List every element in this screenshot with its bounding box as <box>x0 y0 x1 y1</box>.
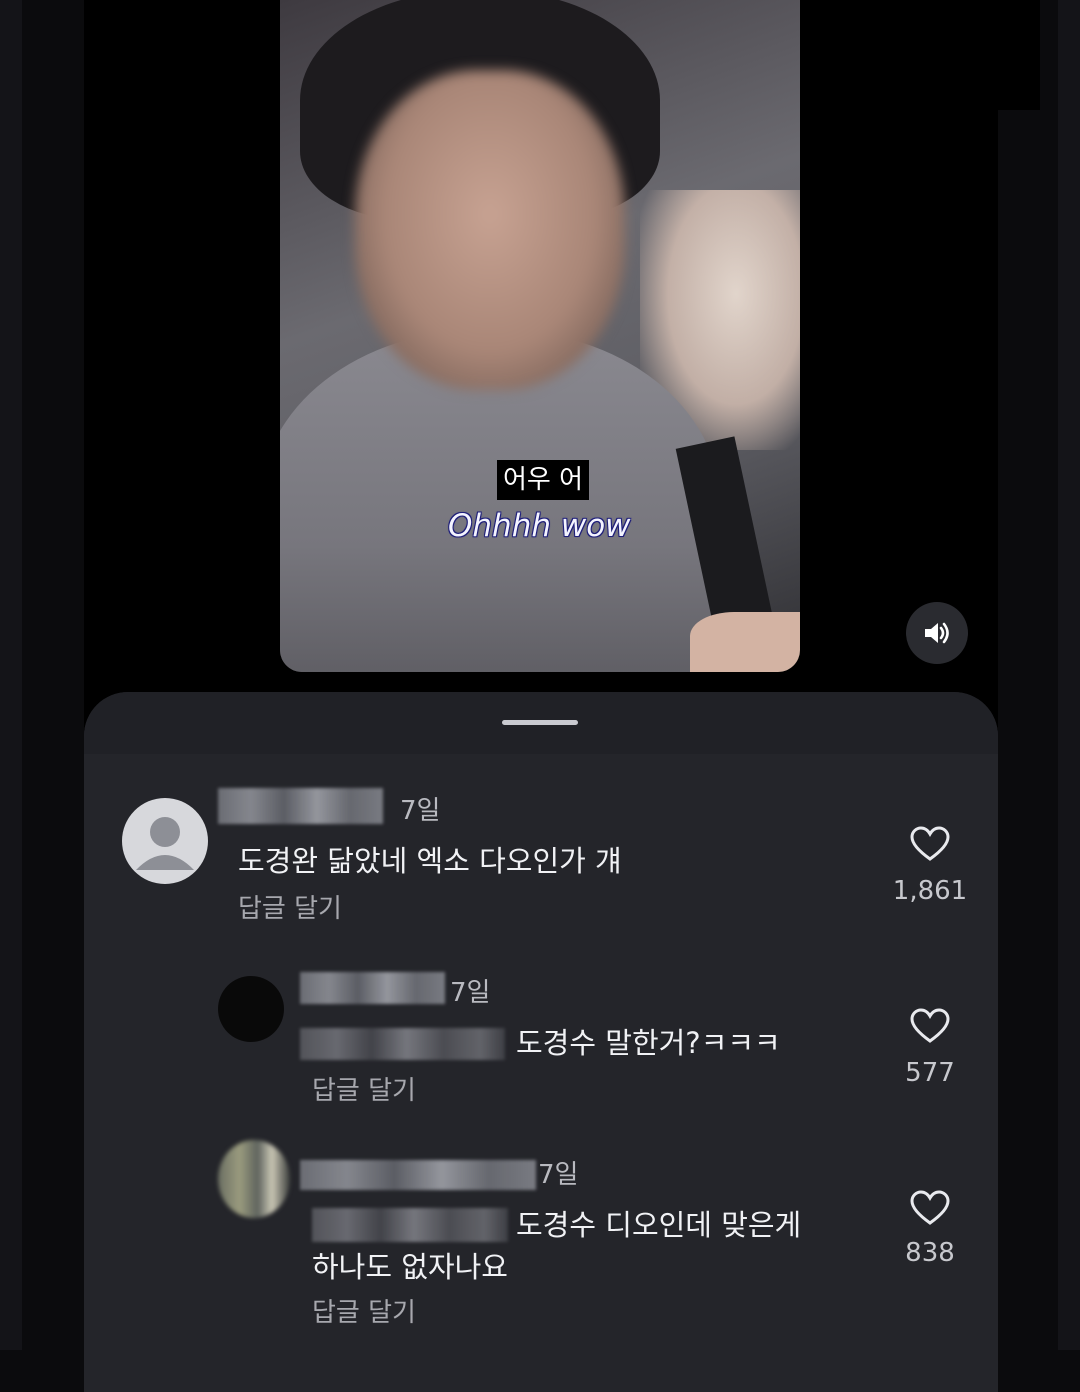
comment-time: 7일 <box>450 978 491 1008</box>
username-blurred[interactable] <box>300 1160 536 1190</box>
comment-text: 도경수 말한거?ㅋㅋㅋ <box>516 1026 781 1060</box>
sound-toggle-button[interactable] <box>906 602 968 664</box>
left-edge-bar <box>0 0 22 1350</box>
heart-icon[interactable] <box>910 1190 950 1226</box>
comment-time: 7일 <box>400 796 441 826</box>
user-avatar[interactable] <box>218 976 284 1042</box>
comment-text-line1: 도경수 디오인데 맞은게 <box>516 1208 802 1242</box>
comment-text-line2: 하나도 없자나요 <box>312 1250 508 1284</box>
default-avatar-icon[interactable] <box>122 798 208 884</box>
reply-button[interactable]: 답글 달기 <box>238 888 342 925</box>
heart-icon[interactable] <box>910 1008 950 1044</box>
top-right-shadow <box>998 0 1040 110</box>
reply-button[interactable]: 답글 달기 <box>312 1070 416 1107</box>
comment-text: 도경완 닮았네 엑소 다오인가 걔 <box>238 844 622 878</box>
video-player[interactable] <box>280 0 800 672</box>
speaker-icon <box>925 622 949 644</box>
mention-blurred[interactable] <box>312 1208 508 1242</box>
username-blurred[interactable] <box>300 972 445 1004</box>
subtitle-korean: 어우 어 <box>497 460 590 500</box>
username-blurred[interactable] <box>218 788 383 824</box>
reply-button[interactable]: 답글 달기 <box>312 1292 416 1329</box>
like-count: 838 <box>905 1238 955 1268</box>
subtitle-english: Ohhhh wow <box>448 508 631 544</box>
like-count: 1,861 <box>892 876 968 906</box>
sheet-drag-handle[interactable] <box>502 720 578 725</box>
user-avatar[interactable] <box>218 1140 290 1218</box>
comment-time: 7일 <box>538 1160 579 1190</box>
heart-icon[interactable] <box>910 826 950 862</box>
video-hand <box>690 612 800 672</box>
video-blurred-face <box>355 70 625 390</box>
like-count: 577 <box>905 1058 955 1088</box>
right-edge-bar <box>1058 0 1080 1350</box>
mention-blurred[interactable] <box>300 1028 505 1060</box>
